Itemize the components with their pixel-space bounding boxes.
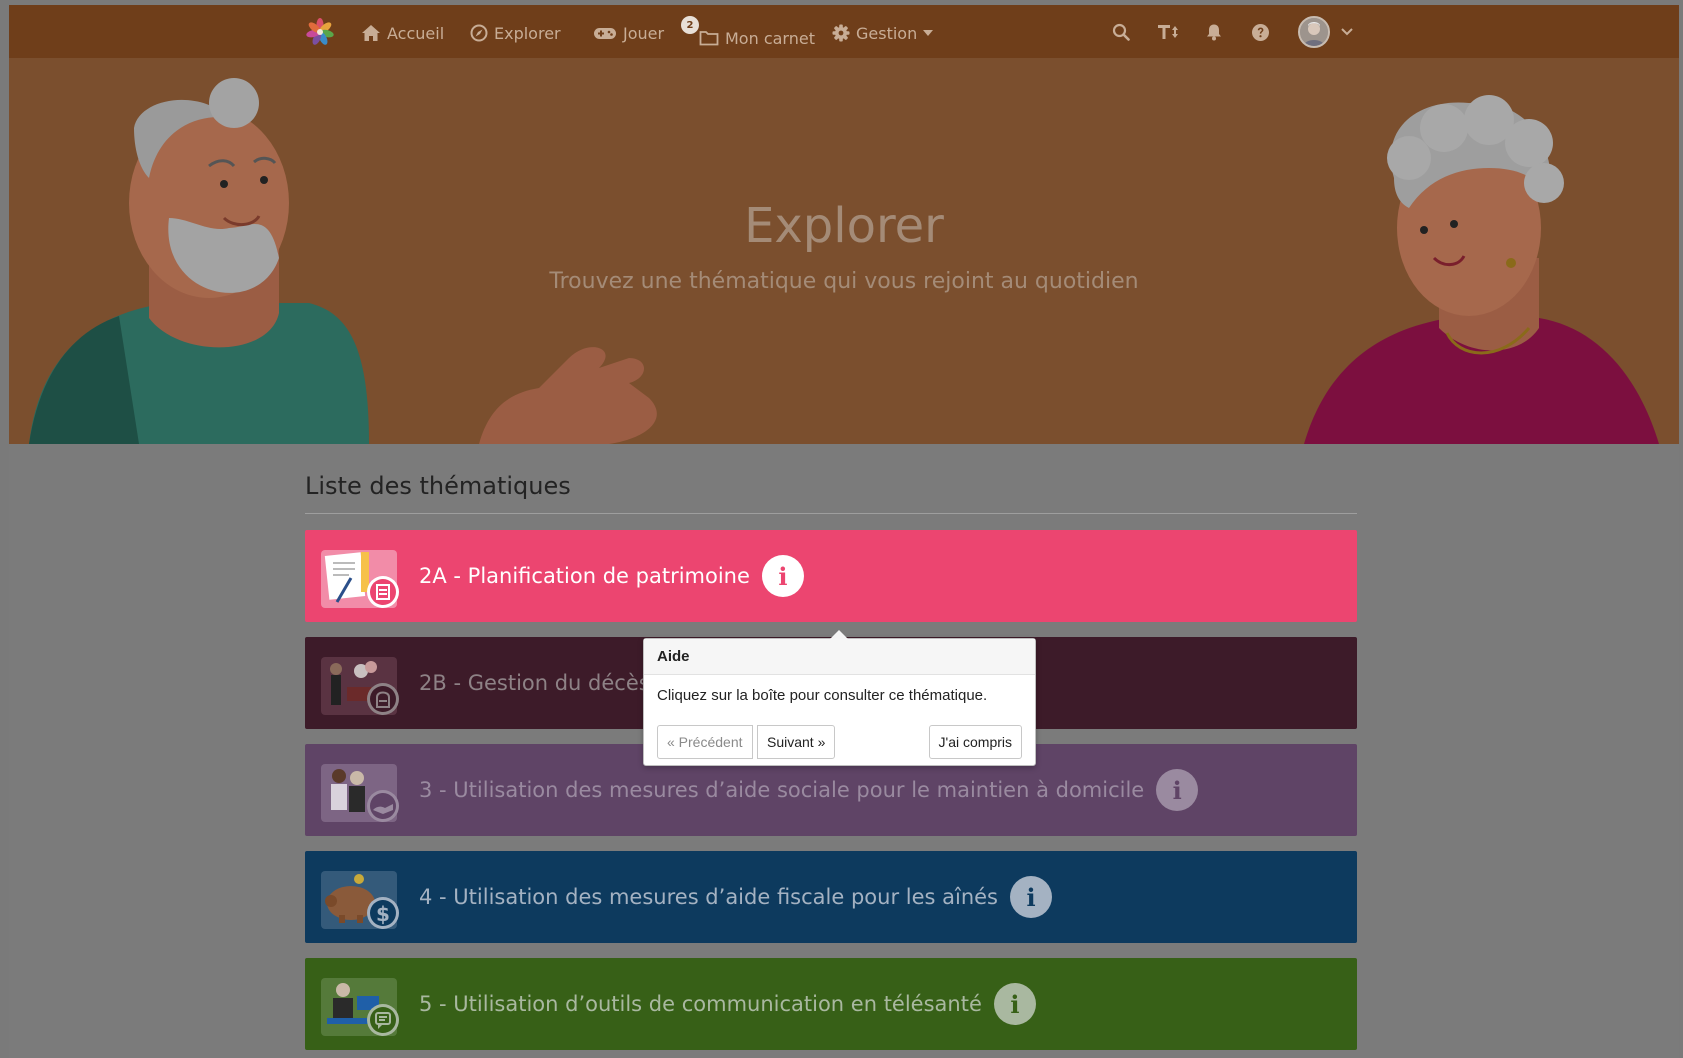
funeral-icon bbox=[321, 657, 399, 715]
hero-subtitle: Trouvez une thématique qui vous rejoint … bbox=[549, 269, 1139, 294]
chevron-down-icon[interactable] bbox=[1341, 28, 1353, 36]
info-icon: i bbox=[1010, 989, 1020, 1019]
svg-text:$: $ bbox=[376, 902, 390, 926]
nav-home-label: Accueil bbox=[387, 23, 445, 43]
theme-card-2b-title: 2B - Gestion du décès e bbox=[419, 671, 670, 695]
page-frame: Accueil Explorer Jouer 2 Mon carnet Gest… bbox=[9, 5, 1679, 1058]
help-icon bbox=[1251, 23, 1269, 41]
gear-icon bbox=[832, 24, 850, 42]
theme-card-5-label: 5 - Utilisation d’outils de communicatio… bbox=[419, 958, 1036, 1050]
hero-title: Explorer bbox=[744, 198, 944, 254]
theme-card-2b-label: 2B - Gestion du décès e bbox=[419, 637, 669, 729]
got-it-button[interactable]: J'ai compris bbox=[928, 725, 1022, 759]
help-popover: Aide Cliquez sur la boîte pour consulter… bbox=[643, 630, 1036, 766]
info-icon: i bbox=[1172, 775, 1182, 805]
avatar[interactable] bbox=[1298, 16, 1330, 48]
theme-card-2a-title: 2A - Planification de patrimoine bbox=[419, 564, 750, 588]
text-size-button[interactable] bbox=[1156, 21, 1182, 43]
theme-card-5-title: 5 - Utilisation d’outils de communicatio… bbox=[419, 992, 982, 1016]
nav-notebook-label: Mon carnet bbox=[725, 28, 815, 48]
popover-body: Cliquez sur la boîte pour consulter ce t… bbox=[657, 687, 988, 704]
theme-list-title: Liste des thématiques bbox=[305, 472, 571, 500]
theme-card-5[interactable]: 5 - Utilisation d’outils de communicatio… bbox=[305, 958, 1357, 1050]
nav-notebook[interactable]: 2 Mon carnet bbox=[681, 16, 815, 50]
theme-card-2a[interactable]: 2A - Planification de patrimoine i bbox=[305, 530, 1357, 622]
nav-management-label: Gestion bbox=[856, 23, 918, 43]
previous-button[interactable]: « Précédent bbox=[657, 725, 753, 759]
notifications-button[interactable] bbox=[1203, 21, 1225, 43]
theme-card-4-title: 4 - Utilisation des mesures d’aide fisca… bbox=[419, 885, 998, 909]
top-navbar: Accueil Explorer Jouer 2 Mon carnet Gest… bbox=[9, 5, 1679, 58]
user-avatar-image bbox=[1300, 18, 1328, 46]
next-button[interactable]: Suivant » bbox=[757, 725, 836, 759]
info-button-5[interactable]: i bbox=[993, 983, 1036, 1025]
hero-banner: Explorer Trouvez une thématique qui vous… bbox=[9, 58, 1679, 444]
piggy-bank-icon: $ bbox=[321, 871, 399, 929]
popover-arrow bbox=[830, 630, 848, 639]
gamepad-icon bbox=[594, 28, 616, 39]
nav-play[interactable]: Jouer bbox=[593, 21, 664, 45]
info-icon: i bbox=[1026, 882, 1036, 912]
popover-title: Aide bbox=[644, 639, 1035, 675]
nav-play-label: Jouer bbox=[623, 23, 665, 43]
caret-down-icon bbox=[923, 30, 934, 36]
theme-card-3-title: 3 - Utilisation des mesures d’aide socia… bbox=[419, 778, 1145, 802]
info-button-4[interactable]: i bbox=[1010, 876, 1052, 918]
home-care-icon bbox=[321, 764, 399, 822]
theme-card-4[interactable]: $ 4 - Utilisation des mesures d’aide fis… bbox=[305, 851, 1357, 943]
section-divider bbox=[305, 513, 1357, 514]
help-button[interactable] bbox=[1249, 21, 1271, 43]
document-signing-icon bbox=[321, 550, 399, 608]
telehealth-icon bbox=[321, 978, 399, 1036]
theme-card-2a-label: 2A - Planification de patrimoine i bbox=[419, 530, 804, 622]
info-icon: i bbox=[778, 561, 788, 591]
nav-explorer-label: Explorer bbox=[494, 23, 561, 43]
search-button[interactable] bbox=[1110, 21, 1132, 43]
search-icon bbox=[1112, 23, 1130, 41]
info-button-2a[interactable]: i bbox=[761, 555, 804, 597]
home-icon bbox=[362, 25, 380, 41]
folder-icon bbox=[699, 31, 719, 46]
nav-management-dropdown[interactable]: Gestion bbox=[832, 21, 934, 45]
notebook-count-badge: 2 bbox=[681, 16, 699, 34]
app-logo-icon[interactable] bbox=[305, 17, 335, 47]
bell-icon bbox=[1207, 24, 1221, 41]
theme-card-4-label: 4 - Utilisation des mesures d’aide fisca… bbox=[419, 851, 1052, 943]
navbar-content: Accueil Explorer Jouer 2 Mon carnet Gest… bbox=[305, 5, 1355, 58]
nav-explorer[interactable]: Explorer bbox=[470, 21, 561, 45]
nav-home[interactable]: Accueil bbox=[361, 21, 444, 45]
compass-icon bbox=[470, 24, 488, 42]
text-size-icon bbox=[1158, 25, 1178, 39]
info-button-3[interactable]: i bbox=[1156, 769, 1199, 811]
